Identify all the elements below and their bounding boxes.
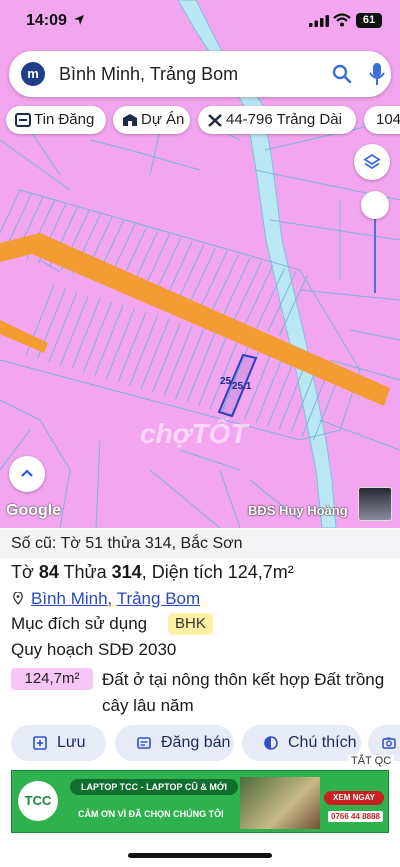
lot-boundary-line <box>221 257 251 319</box>
old-parcel-number: Số cũ: Tờ 51 thửa 314, Bắc Sơn <box>0 530 400 558</box>
lot-boundary-line <box>255 352 285 424</box>
search-query[interactable]: Bình Minh, Trảng Bom <box>59 64 238 85</box>
post-for-sale-label: Đăng bán <box>161 734 231 751</box>
layers-icon <box>363 153 381 170</box>
chip-planning-map-label: 44-796 Trảng Dài <box>226 111 342 128</box>
ad-phone: 0766 44 8888 <box>328 811 383 822</box>
status-bar: 14:09 61 <box>0 0 400 44</box>
lot-boundary-line <box>129 315 158 386</box>
building-icon <box>123 114 137 126</box>
lot-boundary-line <box>106 308 135 379</box>
opacity-slider-track[interactable] <box>374 207 376 293</box>
ad-cta-button[interactable]: XEM NGAY <box>324 791 384 805</box>
plot-number: 314 <box>111 562 142 582</box>
lot-boundary-line <box>186 332 216 403</box>
cellular-signal-icon <box>309 15 329 27</box>
expand-panel-button[interactable] <box>9 456 45 492</box>
post-icon <box>137 737 151 749</box>
save-button[interactable]: Lưu <box>11 725 106 761</box>
sheet-label: Tờ <box>11 562 34 582</box>
ad-logo: TCC <box>18 781 58 821</box>
ad-banner[interactable]: TCC LAPTOP TCC - LAPTOP CŨ & MỚI CẢM ƠN … <box>11 770 389 833</box>
chip-planning-map[interactable]: 44-796 Trảng Dài <box>198 106 356 134</box>
ad-slogan: CẢM ƠN VÌ ĐÃ CHỌN CHÚNG TÔI <box>78 809 224 819</box>
lot-boundary-line <box>152 322 181 393</box>
lot-boundary-line <box>117 312 147 383</box>
parcel-address: Bình Minh, Trảng Bom <box>31 589 200 609</box>
chip-listings[interactable]: Tin Đăng <box>6 106 106 134</box>
listing-icon <box>15 113 31 127</box>
wifi-icon <box>333 13 351 27</box>
lot-boundary-line <box>187 247 216 309</box>
lot-label-25: 25 <box>220 376 232 387</box>
location-arrow-icon <box>74 15 84 25</box>
chip-listings-label: Tin Đăng <box>34 111 95 128</box>
legend-icon <box>264 736 278 750</box>
side-road <box>0 320 48 353</box>
map-view[interactable]: 25 25.1 chợTỐT 14:09 61 m Bình Minh, Trả… <box>0 0 400 528</box>
planning-area-description: Đất ở tại nông thôn kết hợp Đất trồng câ… <box>102 670 385 715</box>
agent-thumbnail[interactable] <box>358 487 392 521</box>
battery-icon: 61 <box>356 13 382 28</box>
main-road <box>0 233 390 406</box>
lot-boundary-line <box>48 291 78 362</box>
opacity-slider-knob[interactable] <box>361 191 389 219</box>
status-time: 14:09 <box>26 12 67 29</box>
lot-boundary-line <box>267 356 296 427</box>
tools-icon <box>208 114 222 127</box>
chotot-watermark: chợTỐT <box>140 418 248 449</box>
chip-more-label: 104 <box>376 111 400 128</box>
save-button-label: Lưu <box>57 734 86 751</box>
bookmark-add-icon <box>33 736 47 750</box>
lot-boundary-line <box>244 264 274 326</box>
lot-boundary-line <box>140 318 170 390</box>
planning-label: Quy hoạch SDĐ 2030 <box>11 640 177 659</box>
home-indicator <box>128 853 272 858</box>
location-pin-icon <box>13 592 23 605</box>
agent-name: BĐS Huy Hoàng <box>248 503 348 518</box>
lot-label-25-1: 25.1 <box>232 381 252 392</box>
address-separator: , <box>107 589 117 608</box>
parcel-area-text: , Diện tích 124,7m² <box>141 562 294 582</box>
chip-projects[interactable]: Dự Án <box>113 106 190 134</box>
mic-icon[interactable] <box>369 62 385 86</box>
post-for-sale-button[interactable]: Đăng bán <box>115 725 234 761</box>
avatar[interactable]: m <box>21 62 45 86</box>
lot-boundary-line <box>83 301 112 373</box>
chevron-up-icon <box>21 469 33 477</box>
lot-boundary-line <box>210 254 239 315</box>
lot-boundary-line <box>198 250 228 312</box>
lot-boundary-line <box>60 295 89 366</box>
planning-area-badge: 124,7m² <box>11 668 93 690</box>
legend-button[interactable]: Chú thích <box>242 725 361 761</box>
close-ad-button[interactable]: TẮT QC <box>348 755 395 767</box>
google-logo: Google <box>6 502 62 519</box>
legend-button-label: Chú thích <box>288 734 357 751</box>
district-link[interactable]: Trảng Bom <box>117 589 200 608</box>
lot-boundary-line <box>94 305 124 376</box>
lot-boundary-line <box>198 335 227 407</box>
chip-more[interactable]: 104 <box>364 106 400 134</box>
land-use-purpose-label: Mục đích sử dụng <box>11 614 148 633</box>
ward-link[interactable]: Bình Minh <box>31 589 108 608</box>
lot-boundary-line <box>233 261 262 322</box>
land-use-code-badge: BHK <box>168 613 213 635</box>
lot-boundary-line <box>175 329 204 400</box>
chip-projects-label: Dự Án <box>141 111 185 128</box>
parcel-title: Tờ 84 Thửa 314, Diện tích 124,7m² <box>11 562 294 583</box>
search-bar[interactable]: m Bình Minh, Trảng Bom <box>9 51 391 97</box>
search-icon[interactable] <box>332 64 352 84</box>
ad-photo <box>240 777 320 829</box>
ad-headline: LAPTOP TCC - LAPTOP CŨ & MỚI <box>70 779 238 795</box>
sheet-number: 84 <box>38 562 59 582</box>
lot-boundary-line <box>163 325 193 396</box>
camera-icon <box>382 737 396 749</box>
lot-boundary-line <box>71 298 101 369</box>
layers-button[interactable] <box>354 144 390 180</box>
plot-label: Thửa <box>63 562 107 582</box>
